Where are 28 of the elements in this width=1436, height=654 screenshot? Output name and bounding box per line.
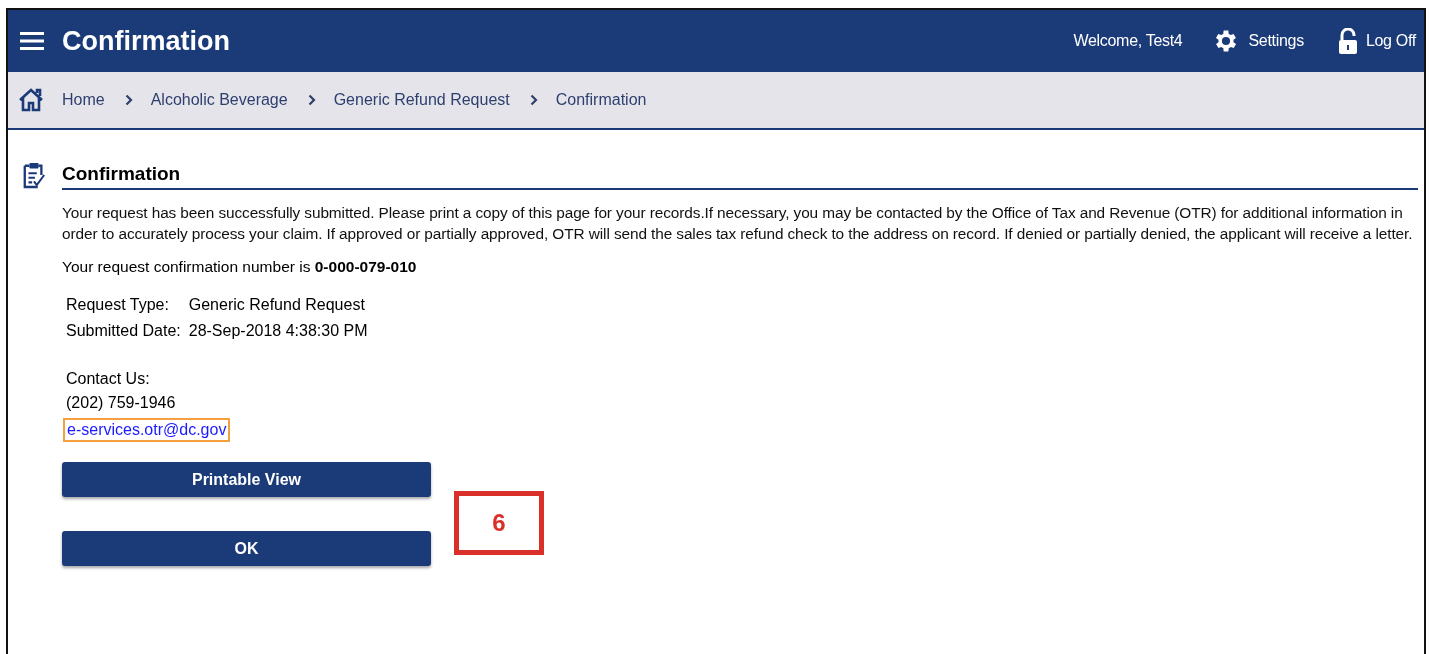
welcome-text: Welcome, Test4 [1073,32,1183,50]
section-title: Confirmation [62,163,1418,190]
detail-value: Generic Refund Request [188,296,366,314]
home-icon[interactable] [18,88,44,112]
action-button[interactable]: OK [62,531,431,566]
breadcrumb-link[interactable]: Confirmation [555,91,647,109]
confirmation-number-text: Your request confirmation number is 0-000-079-010 [62,258,418,276]
lock-icon[interactable] [1337,28,1358,54]
confirmation-message: Your request has been successfully submitted. Please print a copy of this page for your records.If necessary, you may be contacted by the Office of Tax and Revenue (OTR) for additional information in order to accurately process your claim. If approved or partially approved, OTR will send the sales tax refund check to the address on record. If denied or partially denied, the applicant will receive a letter. [62,203,1414,244]
breadcrumb-link[interactable]: Alcoholic Beverage [150,91,288,109]
phone-number: (202) 759-1946 [66,394,176,412]
breadcrumb-link[interactable]: Generic Refund Request [333,91,510,109]
page-title: Confirmation [62,25,230,57]
settings-link[interactable]: Settings [1248,32,1304,50]
action-button[interactable]: Printable View [62,462,431,497]
chevron-icon [529,94,538,106]
chevron-icon [307,94,316,106]
detail-value: 28-Sep-2018 4:38:30 PM [188,322,368,340]
menu-icon[interactable] [20,31,44,51]
email-link[interactable]: e-services.otr@dc.gov [63,418,231,442]
contact-label: Contact Us: [66,370,150,388]
detail-label: Request Type: [66,296,170,314]
breadcrumb-link[interactable]: Home [62,91,105,109]
callout-label: 6 [454,491,544,555]
log-off-link[interactable]: Log Off [1365,32,1416,50]
clipboard-check-icon [22,160,46,190]
chevron-icon [124,94,133,106]
detail-label: Submitted Date: [66,322,181,340]
